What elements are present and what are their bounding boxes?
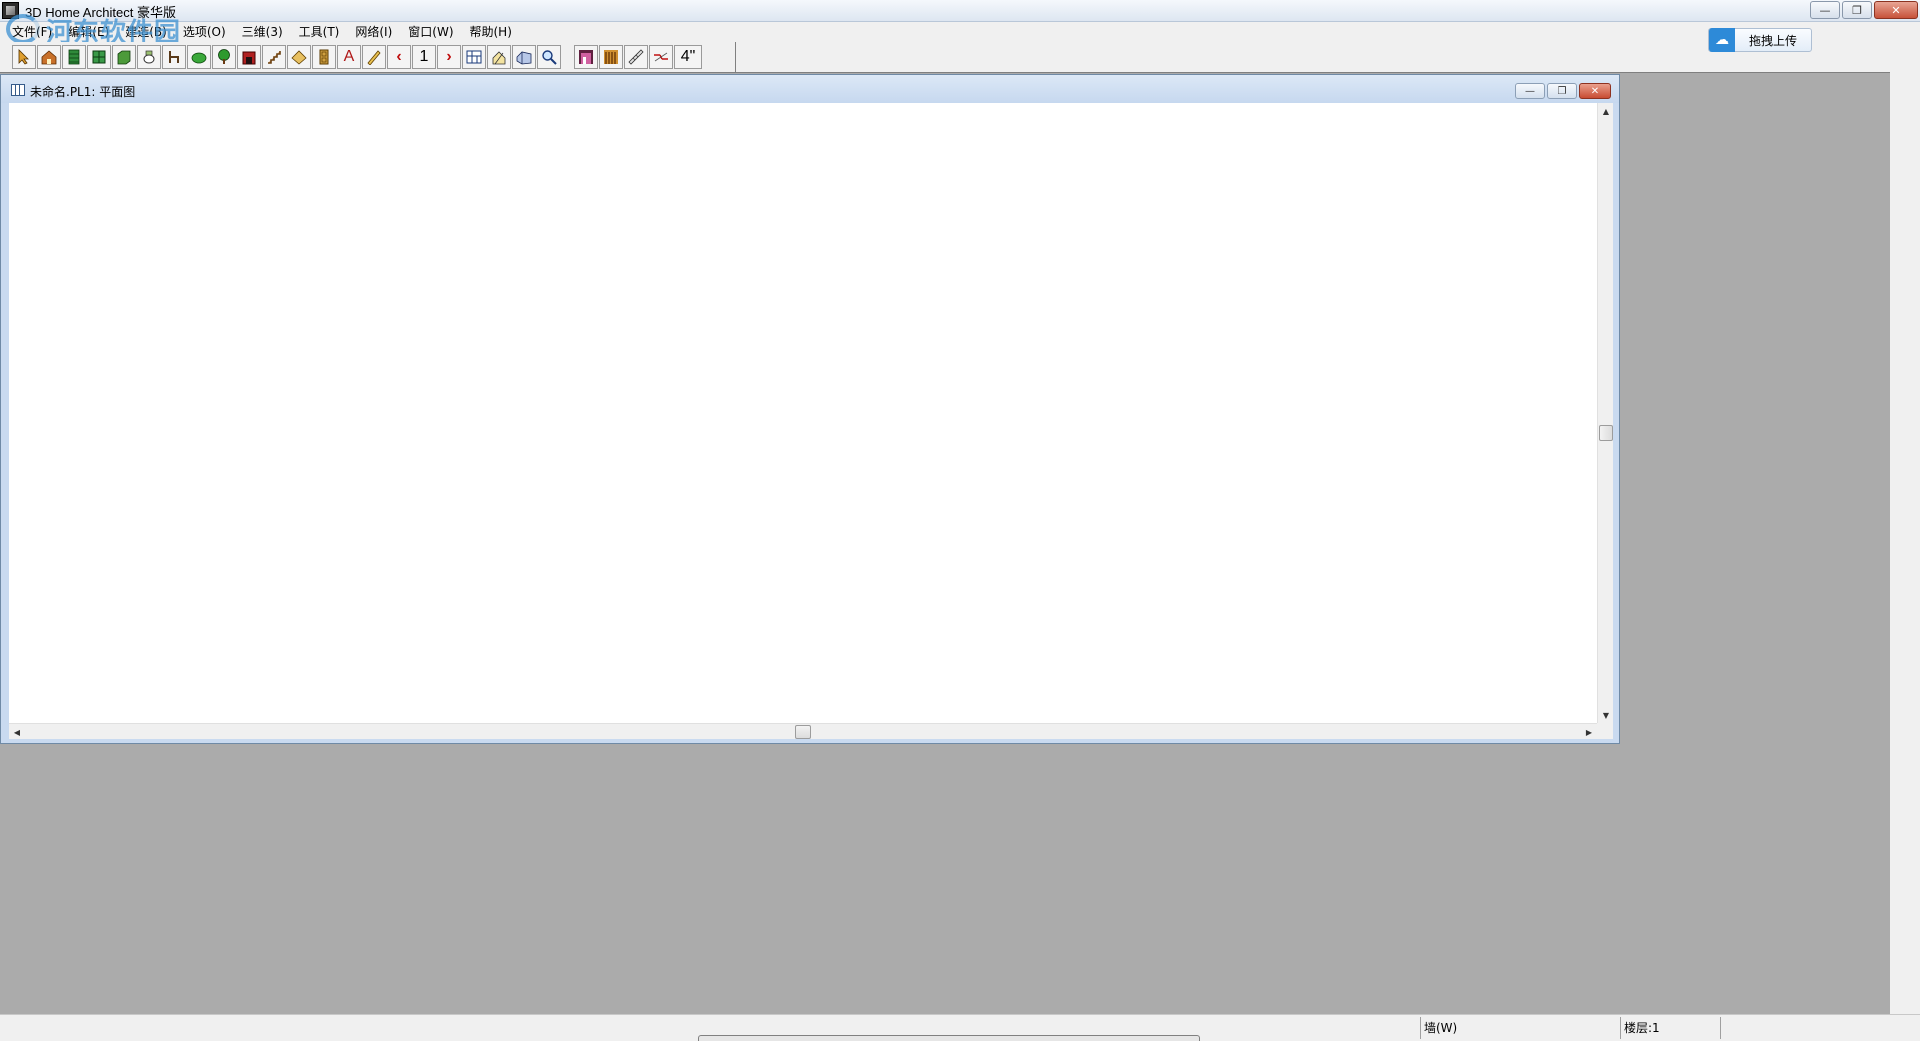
fireplace-icon [242,51,256,65]
plan-window-title: 未命名.PL1: 平面图 [30,85,136,99]
house-icon [41,50,57,65]
roof-icon [291,50,307,65]
status-extra [1720,1017,1920,1039]
house-tool-button[interactable] [37,45,61,69]
door-icon [319,49,329,65]
tree-tool-button[interactable] [212,45,236,69]
furniture-tool-button[interactable] [162,45,186,69]
cabinet-tool-button[interactable] [112,45,136,69]
floor-number-display: 1 [412,45,436,69]
break-icon [654,52,668,62]
roof-tool-button[interactable] [287,45,311,69]
plan-document-icon[interactable] [11,84,25,96]
pencil-icon [367,50,381,65]
scroll-right-arrow-icon[interactable]: ▶ [1581,724,1597,740]
menu-network[interactable]: 网络(I) [347,22,400,42]
wall-icon [68,49,80,65]
restore-button[interactable]: ❐ [1842,1,1872,19]
stairs-icon [268,51,281,64]
window-controls: — ❐ ✕ [1810,1,1918,19]
break-wall-button[interactable] [649,45,673,69]
stairs-tool-button[interactable] [262,45,286,69]
toilet-icon [143,50,155,64]
text-tool-icon: A [343,48,355,65]
chevron-right-icon: › [446,48,452,65]
window-tool-button[interactable] [87,45,111,69]
plan-minimize-button[interactable]: — [1515,83,1545,99]
fixture-tool-button[interactable] [137,45,161,69]
plan-window-title-bar[interactable]: 未命名.PL1: 平面图 — ❐ ✕ [1,75,1619,103]
workspace-right-edge [1890,72,1920,1014]
text-tool-button[interactable]: A [337,45,361,69]
scroll-left-arrow-icon[interactable]: ◀ [9,724,25,740]
floor-number: 1 [419,48,429,65]
drag-upload-button[interactable]: ☁ 拖拽上传 [1708,28,1812,52]
menu-window[interactable]: 窗口(W) [400,22,461,42]
railing-tool-button[interactable] [599,45,623,69]
wall-style-button[interactable] [574,45,598,69]
app-title: 3D Home Architect 豪华版 [25,5,176,20]
app-title-bar: 3D Home Architect 豪华版 — ❐ ✕ [0,0,1920,22]
menu-file[interactable]: 文件(F) [4,22,60,42]
wall-thickness-display[interactable]: 4" [674,45,702,69]
select-tool-button[interactable] [12,45,36,69]
plan-view-button[interactable] [462,45,486,69]
3d-house-icon [516,51,532,65]
plan-window-controls: — ❐ ✕ [1515,83,1611,99]
menu-build[interactable]: 建造(B) [117,22,175,42]
floor-plan-icon [466,50,482,64]
wall-tool-button[interactable] [62,45,86,69]
menu-3d[interactable]: 三维(3) [234,22,291,42]
plan-drawing-canvas[interactable] [9,103,1597,723]
menu-edit[interactable]: 编辑(E) [60,22,117,42]
status-current-mode: 墙(W) [1420,1017,1620,1039]
status-progress-tab [698,1035,1200,1041]
chair-icon [169,51,179,63]
dimension-tool-button[interactable] [362,45,386,69]
menu-options[interactable]: 选项(O) [175,22,234,42]
3d-view-button[interactable] [512,45,536,69]
ruler-icon [628,49,644,65]
resize-grip[interactable] [1597,723,1613,739]
menu-bar: 文件(F) 编辑(E) 建造(B) 选项(O) 三维(3) 工具(T) 网络(I… [0,22,1920,42]
chevron-left-icon: ‹ [396,48,402,65]
window-frame-icon [92,50,106,64]
magnifier-icon [542,50,557,65]
door-tool-button[interactable] [312,45,336,69]
wall-thickness-value: 4" [680,48,696,65]
pointer-icon [18,49,29,65]
close-button[interactable]: ✕ [1874,1,1918,19]
elevation-icon [492,51,506,65]
landscape-tool-button[interactable] [187,45,211,69]
shrub-icon [191,52,207,64]
horizontal-scrollbar[interactable]: ◀ ▶ [9,723,1597,739]
vertical-scrollbar[interactable]: ▲ ▼ [1597,103,1613,723]
fireplace-tool-button[interactable] [237,45,261,69]
elevation-view-button[interactable] [487,45,511,69]
floor-plan-window[interactable]: 未命名.PL1: 平面图 — ❐ ✕ ▲ ▼ ◀ ▶ [0,74,1620,744]
plan-close-button[interactable]: ✕ [1579,83,1611,99]
zoom-button[interactable] [537,45,561,69]
floor-down-button[interactable]: ‹ [387,45,411,69]
status-bar: 墙(W) 楼层:1 [0,1014,1920,1041]
floor-up-button[interactable]: › [437,45,461,69]
upload-label: 拖拽上传 [1749,33,1798,48]
wall-panel-icon [579,50,593,64]
horizontal-scroll-thumb[interactable] [795,725,811,739]
railing-icon [604,50,618,64]
scroll-up-arrow-icon[interactable]: ▲ [1598,103,1614,119]
app-icon[interactable] [2,2,19,19]
tree-icon [218,49,230,64]
scroll-down-arrow-icon[interactable]: ▼ [1598,707,1614,723]
main-toolbar: A ‹ 1 › 4" [0,42,736,72]
minimize-button[interactable]: — [1810,1,1840,19]
cloud-icon: ☁ [1709,28,1735,52]
status-floor: 楼层:1 [1620,1017,1720,1039]
menu-help[interactable]: 帮助(H) [462,22,520,42]
menu-tools[interactable]: 工具(T) [291,22,348,42]
cabinet-icon [117,50,131,65]
vertical-scroll-thumb[interactable] [1599,425,1613,441]
ruler-tool-button[interactable] [624,45,648,69]
plan-restore-button[interactable]: ❐ [1547,83,1577,99]
